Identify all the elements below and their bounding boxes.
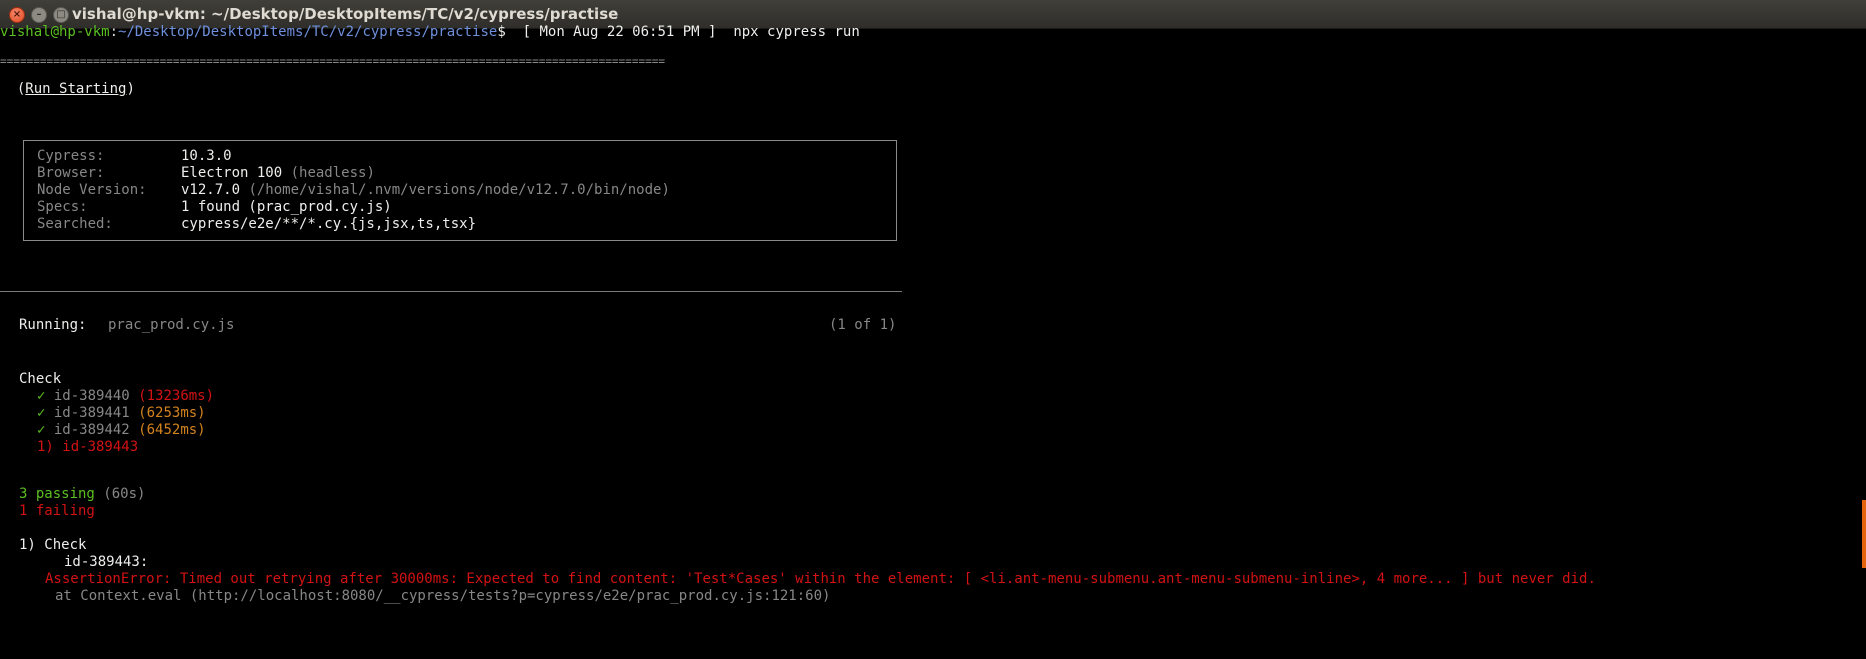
info-value: cypress/e2e/**/*.cy.{js,jsx,ts,tsx} <box>181 216 477 232</box>
running-line: Running: prac_prod.cy.js <box>19 317 234 334</box>
run-starting-label: Run Starting <box>25 81 127 97</box>
running-count: (1 of 1) <box>829 317 897 333</box>
info-value: Electron 100 <box>181 165 283 181</box>
info-extra: (headless) <box>282 165 375 181</box>
test-name: id-389442 <box>53 422 130 438</box>
info-extra: (/home/vishal/.nvm/versions/node/v12.7.0… <box>240 182 670 198</box>
info-key: Node Version: <box>37 182 147 198</box>
info-row-browser: Browser: Electron 100 (headless) <box>37 165 375 182</box>
check-icon: ✓ <box>37 422 46 438</box>
separator-double: ========================================… <box>0 55 666 68</box>
window-title: vishal@hp-vkm: ~/Desktop/DesktopItems/TC… <box>72 5 619 23</box>
info-row-specs: Specs: 1 found (prac_prod.cy.js) <box>37 199 392 216</box>
check-icon: ✓ <box>37 405 46 421</box>
test-duration: (13236ms) <box>138 388 215 404</box>
test-duration: (6452ms) <box>138 422 206 438</box>
failure-heading: 1) Check <box>19 537 87 553</box>
run-starting-line: (Run Starting) <box>0 81 135 98</box>
info-value: v12.7.0 <box>181 182 241 198</box>
run-starting-open: ( <box>0 81 26 97</box>
failing-summary: 1 failing <box>19 503 95 519</box>
info-row-searched: Searched: cypress/e2e/**/*.cy.{js,jsx,ts,… <box>37 216 476 233</box>
terminal-output[interactable]: vishal@hp-vkm:~/Desktop/DesktopItems/TC/… <box>0 24 1860 659</box>
separator-rule <box>0 291 902 292</box>
prompt-line: vishal@hp-vkm:~/Desktop/DesktopItems/TC/… <box>0 24 860 41</box>
test-row: ✓ id-389440 (13236ms) <box>37 388 214 405</box>
prompt-command: $ [ Mon Aug 22 06:51 PM ] npx cypress ru… <box>497 24 860 40</box>
minimize-window-button[interactable]: – <box>31 7 47 23</box>
failed-test-row: 1) id-389443 <box>37 439 139 455</box>
info-value: 10.3.0 <box>181 148 232 164</box>
info-row-cypress: Cypress: 10.3.0 <box>37 148 232 165</box>
info-row-node-version: Node Version: v12.7.0 (/home/vishal/.nvm/… <box>37 182 670 199</box>
check-icon: ✓ <box>37 388 46 404</box>
test-duration: (6253ms) <box>138 405 206 421</box>
maximize-window-button[interactable]: □ <box>53 7 69 23</box>
run-duration: (60s) <box>103 486 146 502</box>
running-spec: prac_prod.cy.js <box>108 317 235 333</box>
prompt-user-host: vishal@hp-vkm <box>0 24 110 40</box>
info-key: Cypress: <box>37 148 105 164</box>
scroll-position-marker[interactable] <box>1862 500 1866 568</box>
info-key: Specs: <box>37 199 88 215</box>
prompt-colon: : <box>109 24 119 40</box>
stack-trace: at Context.eval (http://localhost:8080/_… <box>55 588 831 604</box>
failure-test-name: id-389443: <box>64 554 149 570</box>
info-key: Browser: <box>37 165 105 181</box>
test-row: ✓ id-389441 (6253ms) <box>37 405 206 422</box>
run-starting-close: ) <box>126 81 135 97</box>
test-name: id-389440 <box>53 388 130 404</box>
info-value: 1 found (prac_prod.cy.js) <box>181 199 392 215</box>
test-row: ✓ id-389442 (6452ms) <box>37 422 206 439</box>
info-key: Searched: <box>37 216 113 232</box>
suite-name: Check <box>19 371 62 387</box>
assertion-error: AssertionError: Timed out retrying after… <box>45 571 1596 587</box>
close-window-button[interactable]: × <box>9 7 25 23</box>
running-label: Running: <box>19 317 87 333</box>
passing-count: 3 passing <box>19 486 95 502</box>
test-name: id-389441 <box>53 405 130 421</box>
passing-summary: 3 passing (60s) <box>19 486 145 503</box>
prompt-path: ~/Desktop/DesktopItems/TC/v2/cypress/pra… <box>118 24 498 40</box>
